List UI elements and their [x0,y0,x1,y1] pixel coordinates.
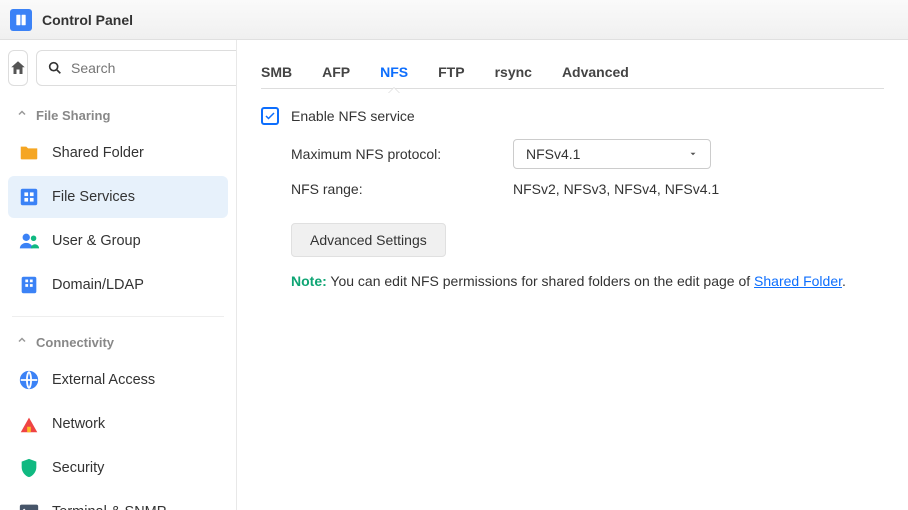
nfs-range-label: NFS range: [291,181,513,197]
advanced-settings-button[interactable]: Advanced Settings [291,223,446,257]
app-icon [10,9,32,31]
tab-nfs[interactable]: NFS [380,56,408,88]
tab-afp[interactable]: AFP [322,56,350,88]
sidebar-item-terminal-snmp[interactable]: Terminal & SNMP [8,491,228,510]
sidebar-item-label: Shared Folder [52,145,144,161]
app-header: Control Panel [0,0,908,40]
sidebar-item-label: Security [52,460,104,476]
terminal-icon [18,501,40,510]
group-connectivity[interactable]: Connectivity [8,327,228,357]
sidebar-item-security[interactable]: Security [8,447,228,489]
users-icon [18,230,40,252]
tab-ftp[interactable]: FTP [438,56,464,88]
sidebar-item-external-access[interactable]: External Access [8,359,228,401]
file-services-icon [18,186,40,208]
divider [12,316,224,317]
shield-icon [18,457,40,479]
tab-rsync[interactable]: rsync [495,56,532,88]
folder-icon [18,142,40,164]
group-label: Connectivity [36,335,114,350]
sidebar-item-shared-folder[interactable]: Shared Folder [8,132,228,174]
sidebar-item-domain-ldap[interactable]: Domain/LDAP [8,264,228,306]
home-button[interactable] [8,50,28,86]
shared-folder-link[interactable]: Shared Folder [754,273,842,289]
network-icon [18,413,40,435]
search-input[interactable] [71,60,237,76]
app-title: Control Panel [42,12,133,28]
tabs: SMB AFP NFS FTP rsync Advanced [261,56,884,89]
note-text: You can edit NFS permissions for shared … [327,273,754,289]
sidebar-item-label: External Access [52,372,155,388]
enable-nfs-label: Enable NFS service [291,108,415,124]
tab-smb[interactable]: SMB [261,56,292,88]
max-protocol-label: Maximum NFS protocol: [291,146,513,162]
sidebar: File Sharing Shared Folder File Services… [0,40,237,510]
chevron-up-icon [16,333,28,351]
tab-advanced[interactable]: Advanced [562,56,629,88]
sidebar-item-label: File Services [52,189,135,205]
globe-icon [18,369,40,391]
sidebar-item-label: User & Group [52,233,141,249]
content-panel: SMB AFP NFS FTP rsync Advanced Enable NF… [237,40,908,510]
sidebar-item-file-services[interactable]: File Services [8,176,228,218]
dropdown-value: NFSv4.1 [526,146,580,162]
note-label: Note: [291,273,327,289]
note-row: Note: You can edit NFS permissions for s… [261,273,884,289]
home-icon [9,59,27,77]
max-protocol-dropdown[interactable]: NFSv4.1 [513,139,711,169]
nfs-range-value: NFSv2, NFSv3, NFSv4, NFSv4.1 [513,181,719,197]
sidebar-item-label: Network [52,416,105,432]
search-box[interactable] [36,50,237,86]
sidebar-item-network[interactable]: Network [8,403,228,445]
note-suffix: . [842,273,846,289]
group-label: File Sharing [36,108,110,123]
sidebar-item-label: Terminal & SNMP [52,504,166,510]
sidebar-item-user-group[interactable]: User & Group [8,220,228,262]
check-icon [264,110,276,122]
domain-icon [18,274,40,296]
search-icon [47,60,63,76]
chevron-up-icon [16,106,28,124]
enable-nfs-checkbox[interactable] [261,107,279,125]
chevron-down-icon [688,149,698,159]
sidebar-item-label: Domain/LDAP [52,277,144,293]
group-file-sharing[interactable]: File Sharing [8,100,228,130]
